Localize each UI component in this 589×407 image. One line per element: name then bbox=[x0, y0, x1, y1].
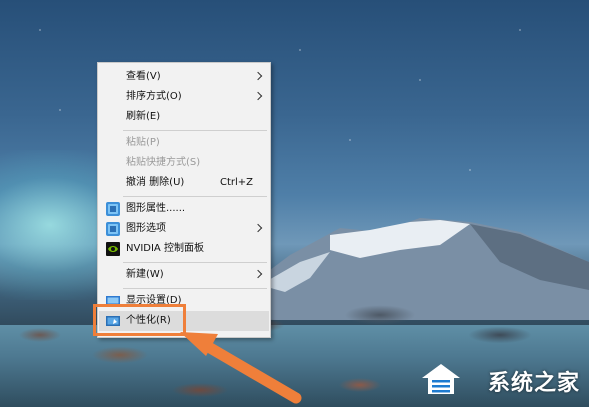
menu-separator bbox=[123, 130, 267, 131]
menu-item-nvidia-control-panel[interactable]: NVIDIA 控制面板 bbox=[99, 239, 269, 259]
menu-separator bbox=[123, 288, 267, 289]
chevron-right-icon bbox=[253, 223, 263, 233]
menu-item-refresh[interactable]: 刷新(E) bbox=[99, 107, 269, 127]
menu-item-view[interactable]: 查看(V) bbox=[99, 67, 269, 87]
nvidia-icon bbox=[106, 242, 120, 256]
house-logo-icon bbox=[422, 364, 460, 394]
menu-item-label: 图形属性...... bbox=[126, 203, 186, 214]
menu-item-label: 新建(W) bbox=[126, 269, 164, 280]
menu-item-sort[interactable]: 排序方式(O) bbox=[99, 87, 269, 107]
menu-item-label: NVIDIA 控制面板 bbox=[126, 243, 204, 254]
menu-item-label: 撤消 删除(U) bbox=[126, 177, 185, 188]
menu-separator bbox=[123, 196, 267, 197]
menu-item-graphics-properties[interactable]: 图形属性...... bbox=[99, 199, 269, 219]
menu-item-label: 粘贴快捷方式(S) bbox=[126, 157, 201, 168]
menu-item-label: 刷新(E) bbox=[126, 111, 161, 122]
desktop-wallpaper[interactable] bbox=[0, 0, 589, 407]
menu-item-new[interactable]: 新建(W) bbox=[99, 265, 269, 285]
menu-item-graphics-options[interactable]: 图形选项 bbox=[99, 219, 269, 239]
watermark: 系统之家 bbox=[418, 358, 586, 400]
menu-item-paste-shortcut[interactable]: 粘贴快捷方式(S) bbox=[99, 153, 269, 173]
intel-graphics-icon bbox=[106, 202, 120, 216]
desktop-context-menu: 查看(V) 排序方式(O) 刷新(E) 粘贴(P) 粘贴快捷方式(S) 撤消 删… bbox=[97, 62, 271, 338]
menu-separator bbox=[123, 262, 267, 263]
menu-item-label: 粘贴(P) bbox=[126, 137, 160, 148]
menu-item-paste[interactable]: 粘贴(P) bbox=[99, 133, 269, 153]
menu-item-undo-delete[interactable]: 撤消 删除(U) Ctrl+Z bbox=[99, 173, 269, 193]
intel-graphics-icon bbox=[106, 222, 120, 236]
chevron-right-icon bbox=[253, 91, 263, 101]
annotation-highlight-box bbox=[93, 304, 186, 336]
chevron-right-icon bbox=[253, 269, 263, 279]
menu-item-label: 查看(V) bbox=[126, 71, 161, 82]
menu-item-label: 排序方式(O) bbox=[126, 91, 182, 102]
chevron-right-icon bbox=[253, 71, 263, 81]
menu-item-label: 图形选项 bbox=[126, 223, 166, 234]
menu-item-shortcut: Ctrl+Z bbox=[219, 177, 253, 188]
watermark-text: 系统之家 bbox=[488, 371, 581, 396]
